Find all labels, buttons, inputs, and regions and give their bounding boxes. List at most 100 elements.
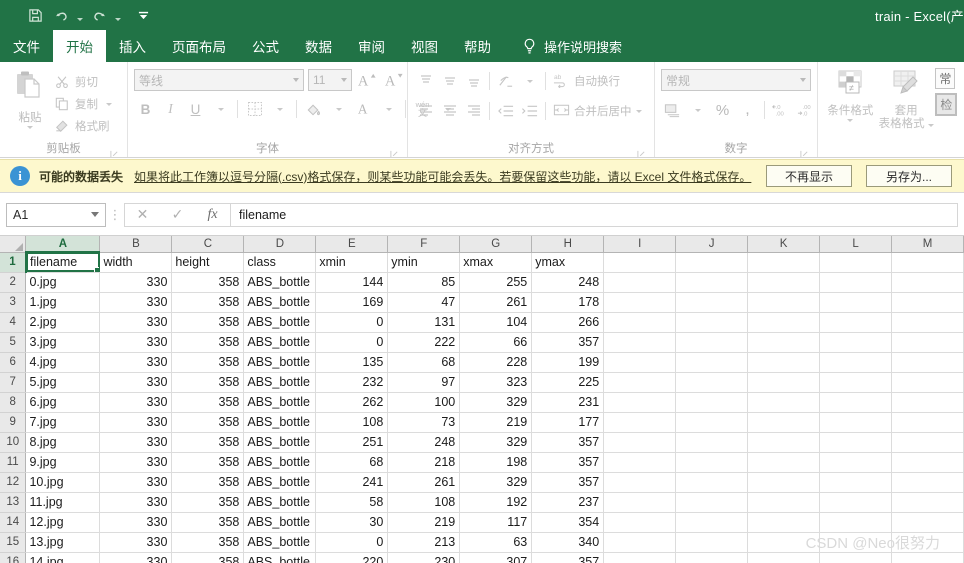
cell-C15[interactable]: 358	[171, 532, 245, 553]
cell-B1[interactable]: width	[99, 252, 173, 273]
insert-function-icon[interactable]: fx	[195, 204, 230, 226]
cell-F14[interactable]: 219	[387, 512, 461, 533]
cell-E1[interactable]: xmin	[315, 252, 389, 273]
align-center-button[interactable]	[438, 100, 461, 122]
cell-J3[interactable]	[675, 292, 749, 313]
cell-D13[interactable]: ABS_bottle	[243, 492, 317, 513]
column-header-G[interactable]: G	[459, 236, 533, 253]
cell-E14[interactable]: 30	[315, 512, 389, 533]
row-header-5[interactable]: 5	[0, 332, 27, 353]
cell-D8[interactable]: ABS_bottle	[243, 392, 317, 413]
cell-G2[interactable]: 255	[459, 272, 533, 293]
accounting-format-button[interactable]	[661, 99, 684, 121]
cell-L12[interactable]	[819, 472, 893, 493]
font-size-dropdown-icon[interactable]	[341, 78, 347, 82]
column-header-H[interactable]: H	[531, 236, 605, 253]
redo-dropdown-icon[interactable]	[112, 4, 124, 26]
cell-E8[interactable]: 262	[315, 392, 389, 413]
cell-I4[interactable]	[603, 312, 677, 333]
cell-J2[interactable]	[675, 272, 749, 293]
cell-I16[interactable]	[603, 552, 677, 563]
cell-J10[interactable]	[675, 432, 749, 453]
cell-A14[interactable]: 12.jpg	[25, 512, 101, 533]
formula-input[interactable]: filename	[230, 202, 958, 227]
cell-B13[interactable]: 330	[99, 492, 173, 513]
cell-D5[interactable]: ABS_bottle	[243, 332, 317, 353]
cell-H3[interactable]: 178	[531, 292, 605, 313]
cell-A15[interactable]: 13.jpg	[25, 532, 101, 553]
cell-I12[interactable]	[603, 472, 677, 493]
tab-formulas[interactable]: 公式	[239, 30, 292, 62]
cell-I11[interactable]	[603, 452, 677, 473]
cell-H4[interactable]: 266	[531, 312, 605, 333]
font-dialog-launcher-icon[interactable]	[390, 148, 399, 157]
cell-K13[interactable]	[747, 492, 821, 513]
cell-F4[interactable]: 131	[387, 312, 461, 333]
cell-A10[interactable]: 8.jpg	[25, 432, 101, 453]
fill-color-dropdown-icon[interactable]	[327, 98, 350, 120]
cell-C9[interactable]: 358	[171, 412, 245, 433]
cell-F5[interactable]: 222	[387, 332, 461, 353]
cell-B15[interactable]: 330	[99, 532, 173, 553]
cell-A13[interactable]: 11.jpg	[25, 492, 101, 513]
undo-icon[interactable]	[48, 4, 74, 26]
cell-C12[interactable]: 358	[171, 472, 245, 493]
cell-B2[interactable]: 330	[99, 272, 173, 293]
cell-M11[interactable]	[891, 452, 964, 473]
orientation-dropdown-icon[interactable]	[518, 70, 541, 92]
percent-style-button[interactable]: %	[711, 99, 734, 121]
row-header-6[interactable]: 6	[0, 352, 27, 373]
cell-G11[interactable]: 198	[459, 452, 533, 473]
cell-G12[interactable]: 329	[459, 472, 533, 493]
row-header-8[interactable]: 8	[0, 392, 27, 413]
row-header-9[interactable]: 9	[0, 412, 27, 433]
row-header-14[interactable]: 14	[0, 512, 27, 533]
cell-J15[interactable]	[675, 532, 749, 553]
row-header-11[interactable]: 11	[0, 452, 27, 473]
cell-K7[interactable]	[747, 372, 821, 393]
cell-I6[interactable]	[603, 352, 677, 373]
borders-button[interactable]	[243, 98, 266, 120]
cell-E10[interactable]: 251	[315, 432, 389, 453]
cell-G15[interactable]: 63	[459, 532, 533, 553]
increase-decimal-button[interactable]: .0 .00	[770, 99, 793, 121]
cell-E11[interactable]: 68	[315, 452, 389, 473]
cell-C8[interactable]: 358	[171, 392, 245, 413]
cell-M10[interactable]	[891, 432, 964, 453]
cell-I2[interactable]	[603, 272, 677, 293]
number-format-dropdown-icon[interactable]	[800, 78, 806, 82]
tell-me-search[interactable]: 操作说明搜索	[504, 30, 622, 62]
number-dialog-launcher-icon[interactable]	[800, 148, 809, 157]
cell-J6[interactable]	[675, 352, 749, 373]
cell-A3[interactable]: 1.jpg	[25, 292, 101, 313]
cell-B14[interactable]: 330	[99, 512, 173, 533]
cell-F1[interactable]: ymin	[387, 252, 461, 273]
decrease-decimal-button[interactable]: .00 .0	[795, 99, 818, 121]
cell-B9[interactable]: 330	[99, 412, 173, 433]
cell-G10[interactable]: 329	[459, 432, 533, 453]
cell-C6[interactable]: 358	[171, 352, 245, 373]
font-color-button[interactable]: A	[352, 98, 375, 120]
cell-L13[interactable]	[819, 492, 893, 513]
cell-E12[interactable]: 241	[315, 472, 389, 493]
fill-color-button[interactable]	[302, 98, 325, 120]
cell-I10[interactable]	[603, 432, 677, 453]
cell-D12[interactable]: ABS_bottle	[243, 472, 317, 493]
cell-I9[interactable]	[603, 412, 677, 433]
customize-quick-access-icon[interactable]	[132, 4, 154, 26]
cell-G5[interactable]: 66	[459, 332, 533, 353]
row-header-15[interactable]: 15	[0, 532, 27, 553]
column-header-E[interactable]: E	[315, 236, 389, 253]
borders-dropdown-icon[interactable]	[268, 98, 291, 120]
cell-F16[interactable]: 230	[387, 552, 461, 563]
cell-G7[interactable]: 323	[459, 372, 533, 393]
cell-M4[interactable]	[891, 312, 964, 333]
format-as-table-dropdown-icon[interactable]	[927, 123, 934, 127]
cut-button[interactable]: 剪切	[54, 72, 112, 92]
row-header-10[interactable]: 10	[0, 432, 27, 453]
row-header-4[interactable]: 4	[0, 312, 27, 333]
cell-L6[interactable]	[819, 352, 893, 373]
cell-M12[interactable]	[891, 472, 964, 493]
column-header-F[interactable]: F	[387, 236, 461, 253]
cell-K5[interactable]	[747, 332, 821, 353]
